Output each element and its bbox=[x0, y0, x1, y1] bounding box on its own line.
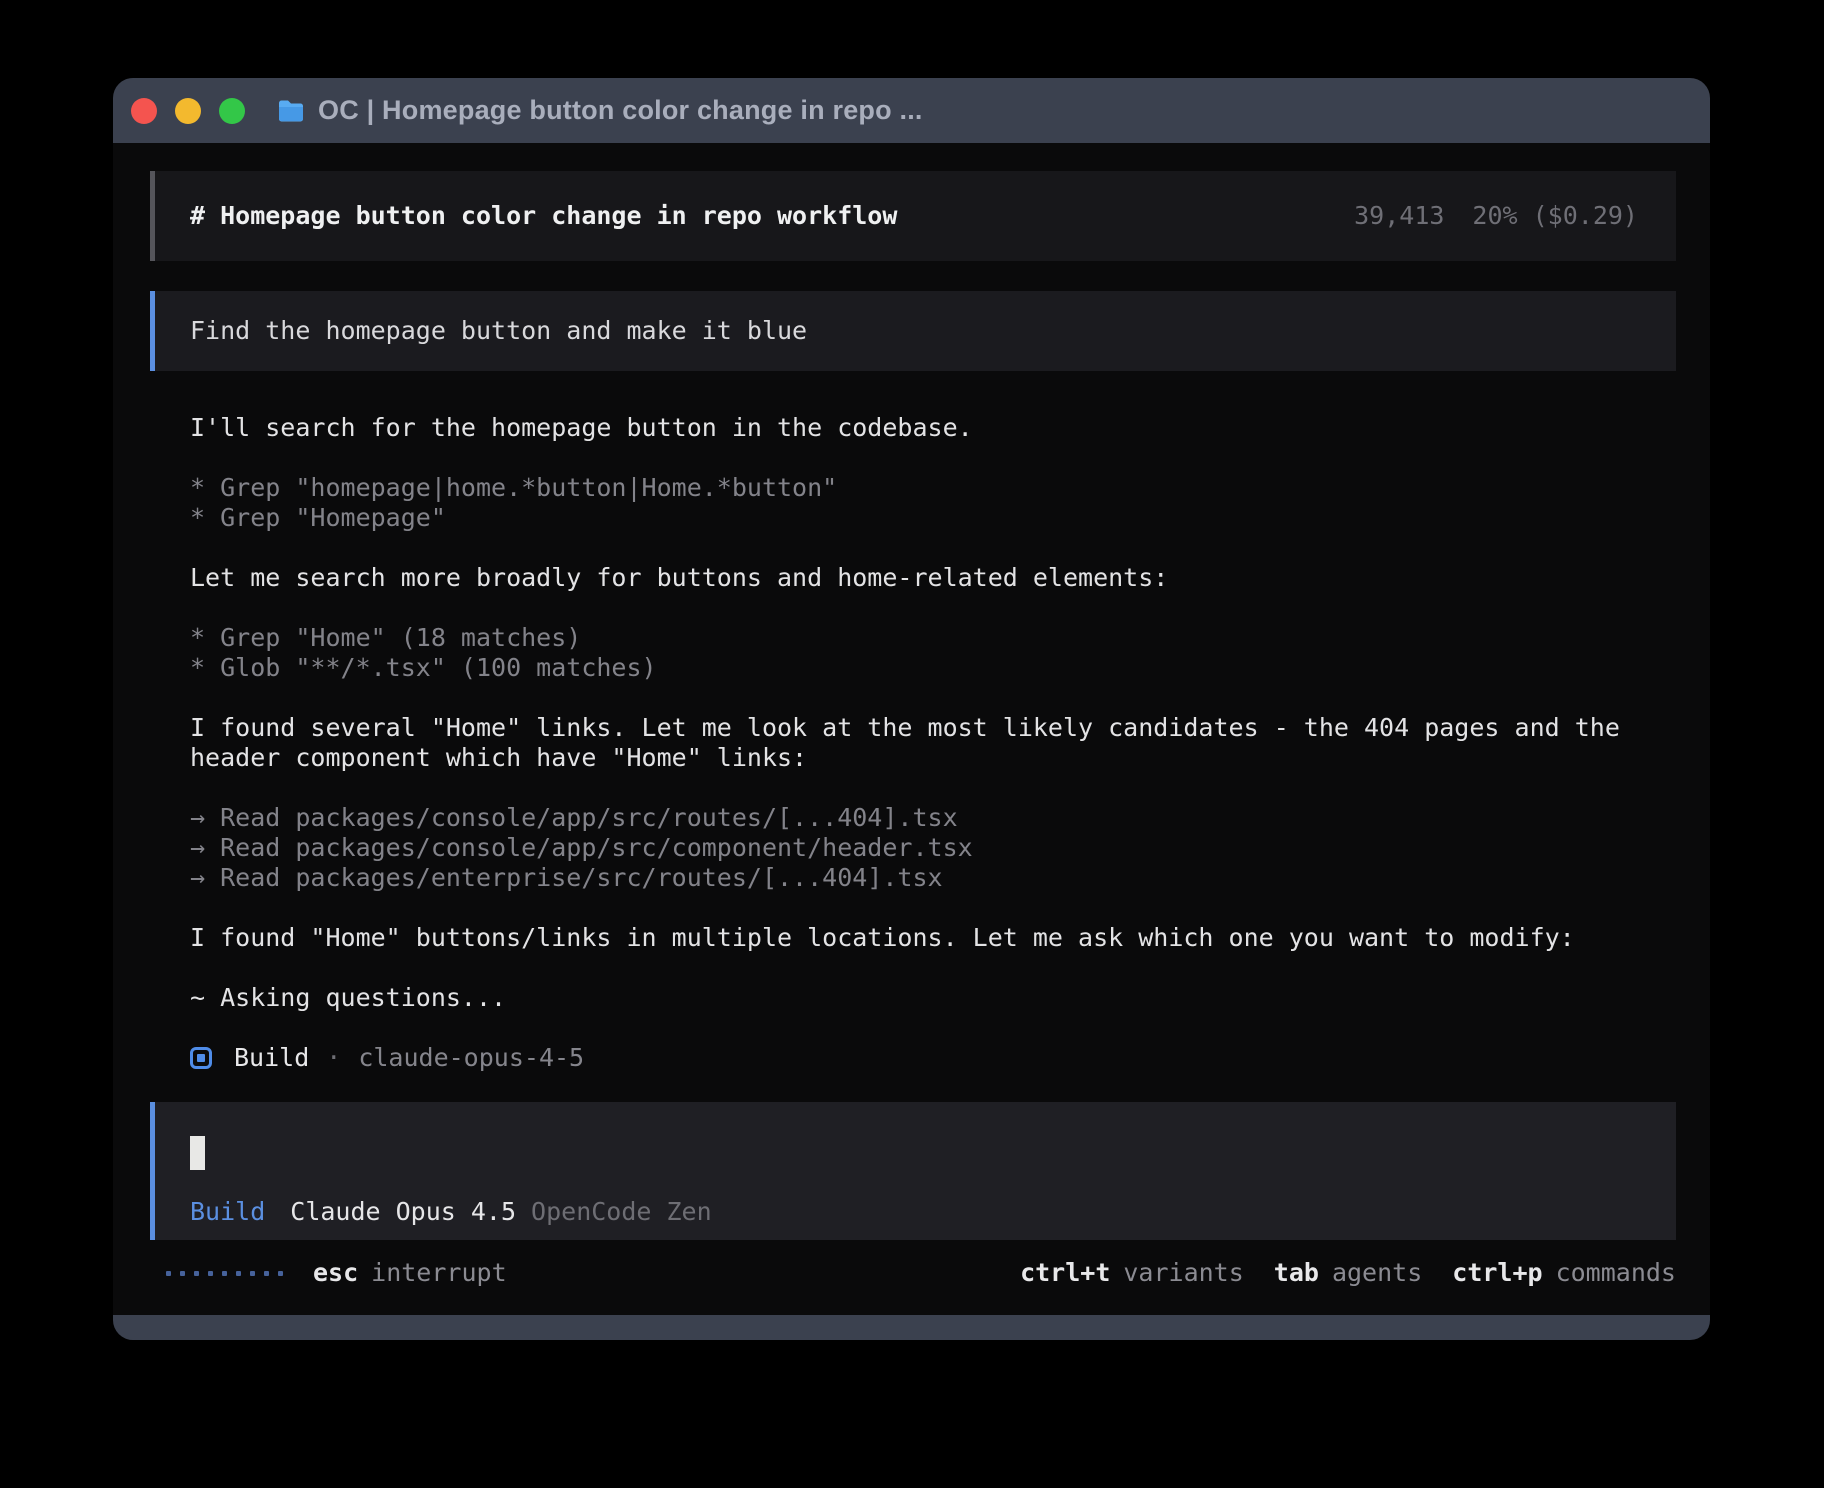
variants-label: variants bbox=[1123, 1258, 1243, 1288]
agent-name: Build bbox=[234, 1043, 309, 1073]
tool-call-line: * Grep "Home" (18 matches) bbox=[190, 623, 1680, 653]
session-stats: 39,413 20% ($0.29) bbox=[1354, 201, 1638, 231]
context-cost: 20% ($0.29) bbox=[1472, 201, 1638, 231]
mode-label: Build bbox=[190, 1197, 265, 1227]
text-cursor bbox=[190, 1136, 205, 1170]
spinner-dots bbox=[166, 1271, 283, 1276]
assistant-transcript: I'll search for the homepage button in t… bbox=[190, 413, 1680, 1013]
prompt-input[interactable]: Build Claude Opus 4.5 OpenCode Zen bbox=[150, 1102, 1676, 1240]
window-title: OC | Homepage button color change in rep… bbox=[318, 95, 923, 126]
agents-label: agents bbox=[1332, 1258, 1422, 1288]
tool-call-line: → Read packages/console/app/src/componen… bbox=[190, 833, 1680, 863]
assistant-text: I found several "Home" links. Let me loo… bbox=[190, 713, 1680, 773]
traffic-lights bbox=[131, 98, 245, 124]
hint-bar: esc interrupt ctrl+t variants tab agents… bbox=[166, 1258, 1676, 1288]
assistant-text: I found "Home" buttons/links in multiple… bbox=[190, 923, 1680, 953]
tool-call-line: * Grep "Homepage" bbox=[190, 503, 1680, 533]
ctrl-t-key: ctrl+t bbox=[1020, 1258, 1110, 1288]
token-count: 39,413 bbox=[1354, 201, 1444, 231]
spinner-dot bbox=[166, 1271, 171, 1276]
provider-label: OpenCode Zen bbox=[531, 1197, 712, 1227]
hint-variants: ctrl+t variants bbox=[1020, 1258, 1244, 1288]
user-message: Find the homepage button and make it blu… bbox=[150, 291, 1676, 371]
tool-call-line: * Grep "homepage|home.*button|Home.*butt… bbox=[190, 473, 1680, 503]
ctrl-p-key: ctrl+p bbox=[1452, 1258, 1542, 1288]
spinner-dot bbox=[236, 1271, 241, 1276]
input-meta: Build Claude Opus 4.5 OpenCode Zen bbox=[190, 1197, 1676, 1227]
spinner-dot bbox=[194, 1271, 199, 1276]
spinner-dot bbox=[250, 1271, 255, 1276]
spinner-dot bbox=[222, 1271, 227, 1276]
tab-key: tab bbox=[1274, 1258, 1319, 1288]
session-title: # Homepage button color change in repo w… bbox=[190, 201, 897, 231]
spinner-dot bbox=[180, 1271, 185, 1276]
status-separator: · bbox=[326, 1043, 341, 1073]
tool-call-line: → Read packages/console/app/src/routes/[… bbox=[190, 803, 1680, 833]
tool-call-line: → Read packages/enterprise/src/routes/[.… bbox=[190, 863, 1680, 893]
esc-key: esc bbox=[313, 1258, 358, 1288]
hint-interrupt: esc interrupt bbox=[313, 1258, 507, 1288]
agent-status-line: Build · claude-opus-4-5 bbox=[190, 1043, 1676, 1073]
session-header: # Homepage button color change in repo w… bbox=[150, 171, 1676, 261]
hint-commands: ctrl+p commands bbox=[1452, 1258, 1676, 1288]
assistant-status-text: ~ Asking questions... bbox=[190, 983, 1680, 1013]
zoom-button[interactable] bbox=[219, 98, 245, 124]
close-button[interactable] bbox=[131, 98, 157, 124]
folder-icon bbox=[277, 99, 305, 123]
terminal-content: # Homepage button color change in repo w… bbox=[113, 143, 1710, 1315]
status-model-name: claude-opus-4-5 bbox=[358, 1043, 584, 1073]
commands-label: commands bbox=[1556, 1258, 1676, 1288]
assistant-text: Let me search more broadly for buttons a… bbox=[190, 563, 1680, 593]
assistant-text: I'll search for the homepage button in t… bbox=[190, 413, 1680, 443]
hint-group-right: ctrl+t variants tab agents ctrl+p comman… bbox=[1020, 1258, 1676, 1288]
model-label: Claude Opus 4.5 bbox=[290, 1197, 516, 1227]
agent-icon bbox=[190, 1047, 212, 1069]
spinner-dot bbox=[278, 1271, 283, 1276]
titlebar[interactable]: OC | Homepage button color change in rep… bbox=[113, 78, 1710, 143]
tool-call-line: * Glob "**/*.tsx" (100 matches) bbox=[190, 653, 1680, 683]
window-bottom-edge bbox=[113, 1315, 1710, 1340]
terminal-window: OC | Homepage button color change in rep… bbox=[113, 78, 1710, 1340]
interrupt-label: interrupt bbox=[371, 1258, 506, 1288]
user-message-text: Find the homepage button and make it blu… bbox=[190, 316, 807, 346]
minimize-button[interactable] bbox=[175, 98, 201, 124]
spinner-dot bbox=[264, 1271, 269, 1276]
spinner-dot bbox=[208, 1271, 213, 1276]
hint-agents: tab agents bbox=[1274, 1258, 1422, 1288]
